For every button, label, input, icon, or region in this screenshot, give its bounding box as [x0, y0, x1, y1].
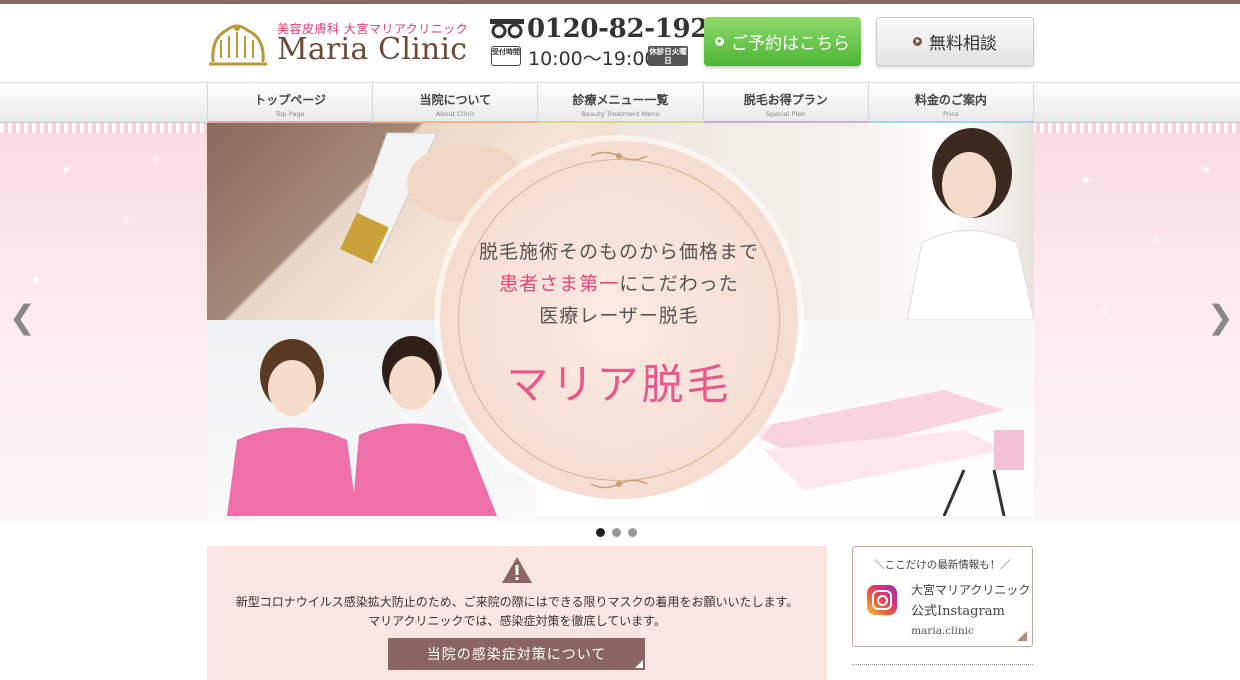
- business-hours: 10:00〜19:00: [528, 48, 657, 70]
- nav-label-en: Price: [942, 110, 959, 118]
- nav-items: トップページ Top Page 当院について About Clinic 診療メニ…: [207, 83, 1035, 123]
- sparkle-icon: ✧: [1100, 303, 1112, 319]
- corner-arrow-icon: [1017, 631, 1027, 641]
- hero-line-2: 患者さま第一にこだわった: [440, 269, 798, 296]
- sparkle-icon: ✦: [1080, 173, 1092, 189]
- nav-label-en: About Clinic: [435, 110, 475, 118]
- logo-title: Maria Clinic: [277, 32, 468, 67]
- infection-control-button[interactable]: 当院の感染症対策について: [388, 638, 645, 670]
- carousel-next-icon[interactable]: ❯: [1207, 298, 1234, 336]
- instagram-line-1: 大宮マリアクリニック: [911, 583, 1031, 597]
- ornament-icon: [590, 479, 648, 489]
- arrow-circle-icon: [913, 37, 922, 46]
- nav-label-ja: 診療メニュー一覧: [572, 93, 669, 107]
- warning-icon: [502, 557, 532, 583]
- phone-block[interactable]: 0120-82-1929 受付時間 10:00〜19:00 休診日火曜日: [490, 14, 726, 72]
- sparkle-icon: ✧: [1150, 233, 1162, 249]
- consult-button-label: 無料相談: [929, 34, 997, 54]
- hero-line-2-rest: にこだわった: [619, 273, 739, 295]
- instagram-card[interactable]: ＼ここだけの最新情報も！／ 大宮マリアクリニック 公式Instagram mar…: [852, 546, 1033, 647]
- hero-title: マリア脱毛: [506, 360, 732, 409]
- notice-text-1: 新型コロナウイルス感染拡大防止のため、ご来院の際にはできる限りマスクの着用をお願…: [235, 595, 799, 609]
- nav-label-ja: 当院について: [419, 93, 492, 107]
- carousel-prev-icon[interactable]: ❮: [9, 298, 36, 336]
- sparkle-icon: ✧: [120, 213, 132, 229]
- sparkle-icon: ✦: [30, 273, 42, 289]
- consult-button[interactable]: 無料相談: [876, 17, 1034, 66]
- carousel-dot[interactable]: [612, 528, 621, 537]
- carousel-dot[interactable]: [628, 528, 637, 537]
- instagram-heading: ＼ここだけの最新情報も！／: [874, 559, 1011, 571]
- nav-label-ja: 脱毛お得プラン: [743, 93, 828, 107]
- phone-number[interactable]: 0120-82-1929: [527, 14, 726, 44]
- reserve-button[interactable]: ご予約はこちら: [704, 17, 861, 66]
- nav-label-en: Beauty Treatment Menu: [581, 110, 660, 118]
- carousel-dot[interactable]: [596, 528, 605, 537]
- site-header: 美容皮膚科 大宮マリアクリニック Maria Clinic 0120-82-19…: [0, 4, 1240, 82]
- instagram-handle: maria.clinic: [911, 625, 974, 637]
- hero-line-2-highlight: 患者さま第一: [499, 273, 620, 295]
- nav-item-price[interactable]: 料金のご案内 Price: [867, 83, 1035, 123]
- sparkle-icon: ✦: [1200, 163, 1212, 179]
- sparkle-icon: ✦: [60, 163, 72, 179]
- corner-arrow-icon: [635, 660, 643, 668]
- hours-label-badge: 受付時間: [491, 46, 521, 66]
- freedial-icon: [490, 19, 524, 39]
- nav-label-en: Special Plan: [766, 110, 806, 118]
- nav-label-ja: 料金のご案内: [914, 93, 987, 107]
- nav-item-about[interactable]: 当院について About Clinic: [372, 83, 538, 123]
- nav-label-en: Top Page: [275, 110, 305, 118]
- hero-carousel: ✦ ✧ ✦ ✧ ✦ ✧ ✦ ✧ 脱毛施術そのものから価格まで 患者さま第一にこだ…: [0, 123, 1240, 521]
- logo-emblem-icon: [209, 24, 267, 66]
- clinic-logo[interactable]: 美容皮膚科 大宮マリアクリニック Maria Clinic: [207, 16, 468, 74]
- nav-item-plan[interactable]: 脱毛お得プラン Special Plan: [702, 83, 868, 123]
- instagram-line-2: 公式Instagram: [911, 604, 1005, 619]
- instagram-icon: [867, 585, 897, 615]
- hero-line-1: 脱毛施術そのものから価格まで: [478, 241, 759, 263]
- nav-label-ja: トップページ: [254, 93, 326, 107]
- covid-notice: 新型コロナウイルス感染拡大防止のため、ご来院の際にはできる限りマスクの着用をお願…: [207, 546, 827, 680]
- global-nav: トップページ Top Page 当院について About Clinic 診療メニ…: [0, 82, 1240, 123]
- reserve-button-label: ご予約はこちら: [731, 34, 850, 54]
- sidebar-divider: [852, 664, 1033, 665]
- hero-message-circle: 脱毛施術そのものから価格まで 患者さま第一にこだわった 医療レーザー脱毛 マリア…: [440, 141, 798, 499]
- sparkle-icon: ✧: [150, 153, 162, 169]
- arrow-circle-icon: [715, 37, 724, 46]
- infection-control-button-label: 当院の感染症対策について: [426, 647, 607, 663]
- closed-day-badge: 休診日火曜日: [648, 46, 688, 66]
- ornament-icon: [590, 151, 648, 161]
- hero-slide[interactable]: 脱毛施術そのものから価格まで 患者さま第一にこだわった 医療レーザー脱毛 マリア…: [207, 123, 1034, 516]
- hero-line-3: 医療レーザー脱毛: [539, 305, 699, 327]
- nav-item-top[interactable]: トップページ Top Page: [207, 83, 373, 123]
- nav-item-menu[interactable]: 診療メニュー一覧 Beauty Treatment Menu: [537, 83, 703, 123]
- carousel-dots: [596, 528, 637, 537]
- notice-text-2: マリアクリニックでは、感染症対策を徹底しています。: [368, 614, 666, 628]
